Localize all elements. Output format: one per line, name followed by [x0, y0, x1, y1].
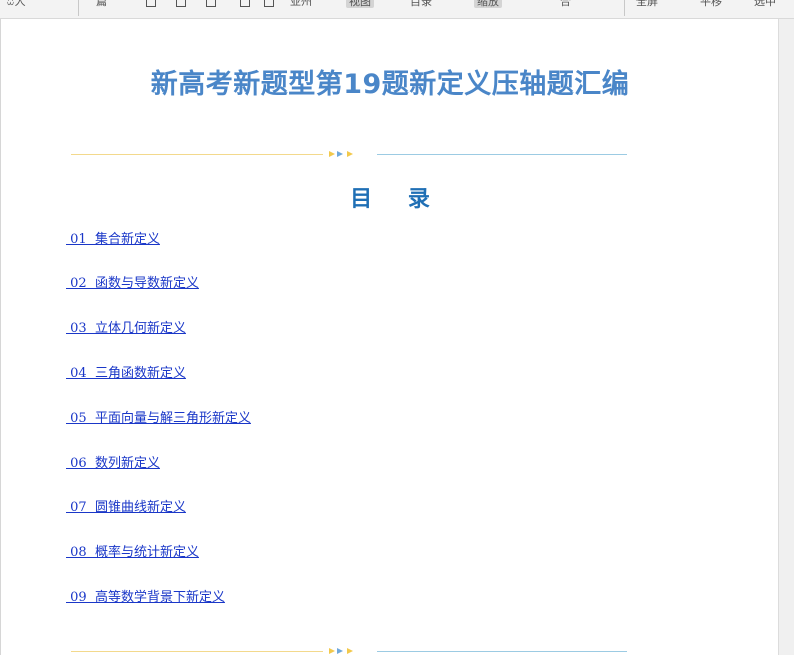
toc-link-05[interactable]: 05 平面向量与解三角形新定义 — [66, 410, 251, 428]
toolbar-item-6[interactable]: 缩放 — [474, 0, 502, 8]
toc-heading: 目 录 — [350, 187, 444, 212]
arrow-icon — [347, 151, 353, 157]
toc-link-07[interactable]: 07 圆锥曲线新定义 — [66, 499, 186, 517]
toc-link-01[interactable]: 01 集合新定义 — [66, 231, 160, 249]
arrow-icon — [337, 648, 343, 654]
toolbar-item-10[interactable]: 选中 — [754, 0, 776, 8]
toc-link-04[interactable]: 04 三角函数新定义 — [66, 365, 186, 383]
arrow-icon — [337, 151, 343, 157]
toolbar-item-4[interactable]: 视图 — [346, 0, 374, 8]
divider-line-gold — [71, 651, 323, 652]
save-icon[interactable] — [206, 0, 216, 7]
divider-line-blue — [377, 651, 627, 652]
toolbar-item-2[interactable]: 篇 — [96, 0, 107, 8]
toc-link-06[interactable]: 06 数列新定义 — [66, 455, 160, 473]
toolbar-item-7[interactable]: 合 — [560, 0, 571, 8]
document-page: 新高考新题型第19题新定义压轴题汇编 目 录 01 集合新定义 02 函数与导数… — [1, 19, 778, 655]
toc-link-08[interactable]: 08 概率与统计新定义 — [66, 544, 199, 562]
toolbar-separator — [624, 0, 625, 16]
vertical-scrollbar[interactable] — [778, 19, 794, 655]
print-icon[interactable] — [176, 0, 186, 7]
toc-link-02[interactable]: 02 函数与导数新定义 — [66, 275, 199, 293]
page-icon[interactable] — [146, 0, 156, 7]
rotate-right-icon[interactable] — [264, 0, 274, 7]
arrow-icon — [347, 648, 353, 654]
toolbar-item-3[interactable]: 亚州 — [290, 0, 312, 8]
bottom-divider — [71, 647, 627, 657]
divider-line-blue — [377, 154, 627, 155]
toc-link-09[interactable]: 09 高等数学背景下新定义 — [66, 589, 225, 607]
toolbar-item-9[interactable]: 平移 — [700, 0, 722, 8]
toolbar-separator — [78, 0, 79, 16]
toolbar-item-1[interactable]: ꀠ人 — [6, 0, 26, 8]
toolbar-item-8[interactable]: 全屏 — [636, 0, 658, 8]
document-title: 新高考新题型第19题新定义压轴题汇编 — [150, 69, 630, 100]
arrow-icon — [329, 648, 335, 654]
title-divider — [71, 150, 627, 160]
rotate-left-icon[interactable] — [240, 0, 250, 7]
toolbar: ꀠ人 篇 亚州 视图 目录 缩放 合 全屏 平移 选中 — [0, 0, 794, 19]
toolbar-item-5[interactable]: 目录 — [410, 0, 432, 8]
toc-link-03[interactable]: 03 立体几何新定义 — [66, 320, 186, 338]
divider-line-gold — [71, 154, 323, 155]
arrow-icon — [329, 151, 335, 157]
